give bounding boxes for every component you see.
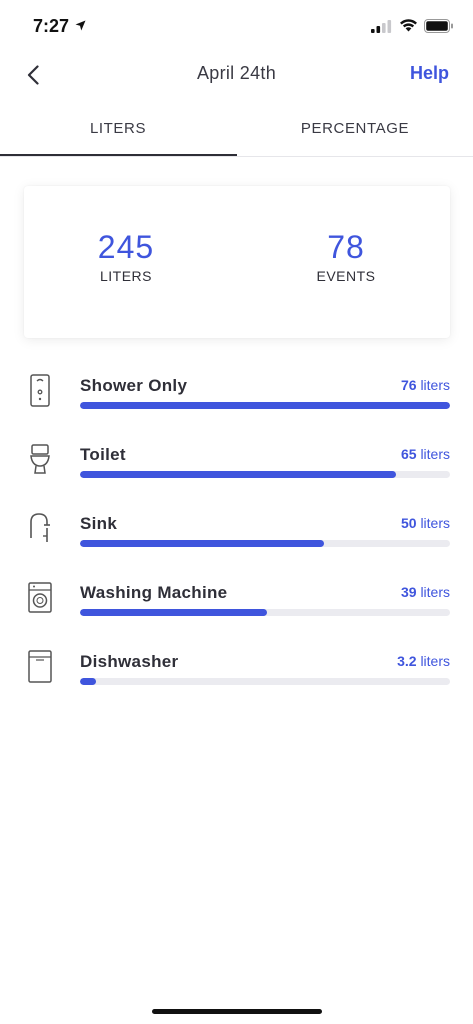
- fixture-usage: 76 liters: [400, 377, 450, 393]
- shower-icon: [30, 374, 50, 407]
- help-button[interactable]: Help: [410, 63, 449, 84]
- tabs-divider: [0, 156, 473, 157]
- total-liters-stat: 245 LITERS: [66, 230, 186, 284]
- fixture-row-washing-machine[interactable]: Washing Machine 39 liters: [0, 569, 473, 629]
- tab-liters[interactable]: LITERS: [0, 104, 236, 158]
- battery-icon: [424, 19, 453, 33]
- tab-percentage[interactable]: PERCENTAGE: [237, 104, 473, 158]
- usage-bar-fill: [80, 471, 397, 478]
- fixture-usage: 3.2 liters: [397, 653, 450, 669]
- usage-bar-track: [80, 471, 450, 478]
- summary-card: 245 LITERS 78 EVENTS: [24, 186, 450, 338]
- fixture-usage: 65 liters: [400, 446, 450, 462]
- usage-bar-track: [80, 609, 450, 616]
- usage-bar-fill: [80, 609, 267, 616]
- total-events-label: EVENTS: [316, 268, 376, 284]
- usage-bar-fill: [80, 540, 325, 547]
- status-bar: 7:27: [0, 0, 473, 50]
- usage-bar-track: [80, 678, 450, 685]
- usage-bar-track: [80, 402, 450, 409]
- fixture-name: Dishwasher: [80, 652, 179, 671]
- home-indicator[interactable]: [152, 1009, 322, 1014]
- fixture-name: Sink: [80, 514, 118, 533]
- fixture-name: Toilet: [80, 445, 126, 464]
- total-events-stat: 78 EVENTS: [286, 230, 406, 284]
- total-liters-label: LITERS: [99, 268, 152, 284]
- location-arrow-icon: [75, 20, 86, 31]
- dishwasher-icon: [28, 650, 52, 683]
- usage-bar-track: [80, 540, 450, 547]
- toilet-icon: [30, 444, 50, 474]
- usage-bar-fill: [80, 402, 450, 409]
- fixture-row-sink[interactable]: Sink 50 liters: [0, 500, 473, 560]
- page-title: April 24th: [196, 63, 277, 83]
- fixture-name: Washing Machine: [80, 583, 228, 602]
- fixture-usage: 39 liters: [400, 584, 450, 600]
- status-time: 7:27: [33, 16, 70, 36]
- washing-machine-icon: [28, 582, 52, 613]
- fixture-row-toilet[interactable]: Toilet 65 liters: [0, 431, 473, 491]
- cellular-signal-icon: [371, 20, 392, 33]
- wifi-icon: [400, 19, 417, 32]
- usage-bar-fill: [80, 678, 96, 685]
- fixture-row-shower[interactable]: Shower Only 76 liters: [0, 362, 473, 422]
- fixture-usage: 50 liters: [400, 515, 450, 531]
- screen: 7:27 April 24th Help LITERS PERCENTAGE 2…: [0, 0, 473, 1024]
- faucet-icon: [30, 513, 50, 542]
- total-liters-value: 245: [97, 229, 155, 265]
- total-events-value: 78: [327, 229, 365, 265]
- fixture-name: Shower Only: [80, 376, 188, 395]
- unit-tabs: LITERS PERCENTAGE: [0, 104, 473, 158]
- fixture-row-dishwasher[interactable]: Dishwasher 3.2 liters: [0, 638, 473, 698]
